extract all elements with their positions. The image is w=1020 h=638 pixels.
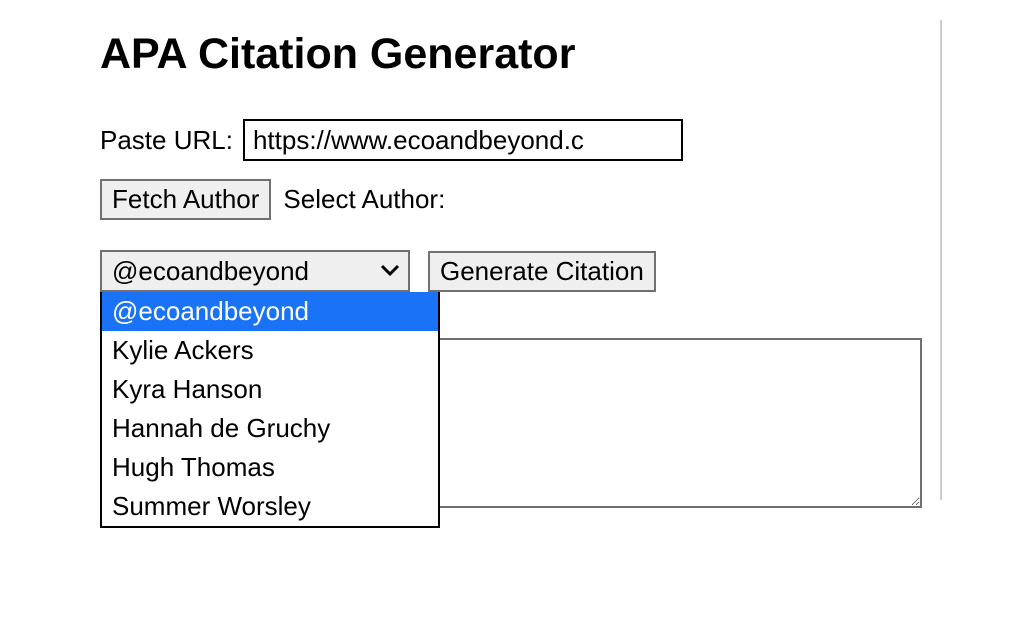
generate-citation-button[interactable]: Generate Citation <box>428 251 656 292</box>
author-select-value: @ecoandbeyond <box>112 256 309 287</box>
url-row: Paste URL: <box>100 119 1020 161</box>
author-option[interactable]: Kylie Ackers <box>102 331 438 370</box>
url-input[interactable] <box>243 119 683 161</box>
author-option[interactable]: Hannah de Gruchy <box>102 409 438 448</box>
page-title: APA Citation Generator <box>100 30 1020 79</box>
app-container: APA Citation Generator Paste URL: Fetch … <box>0 0 1020 638</box>
author-option[interactable]: Kyra Hanson <box>102 370 438 409</box>
select-author-label: Select Author: <box>283 184 445 215</box>
author-option[interactable]: @ecoandbeyond <box>102 292 438 331</box>
author-option[interactable]: Hugh Thomas <box>102 448 438 487</box>
fetch-row: Fetch Author Select Author: <box>100 179 1020 220</box>
select-row: @ecoandbeyond @ecoandbeyond Kylie Ackers… <box>100 250 1020 292</box>
author-dropdown-list: @ecoandbeyond Kylie Ackers Kyra Hanson H… <box>100 292 440 528</box>
author-select-wrapper: @ecoandbeyond @ecoandbeyond Kylie Ackers… <box>100 250 410 292</box>
chevron-down-icon <box>380 261 400 281</box>
fetch-author-button[interactable]: Fetch Author <box>100 179 271 220</box>
author-option[interactable]: Summer Worsley <box>102 487 438 526</box>
url-label: Paste URL: <box>100 125 233 156</box>
author-select[interactable]: @ecoandbeyond <box>100 250 410 292</box>
